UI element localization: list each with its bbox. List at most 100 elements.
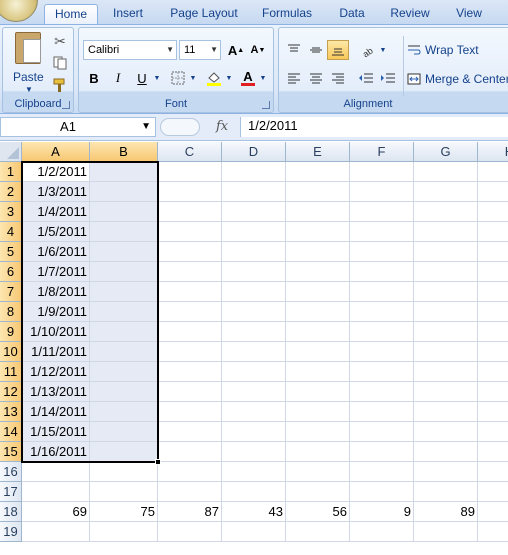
cell-g10[interactable]	[414, 342, 478, 362]
cell-e13[interactable]	[286, 402, 350, 422]
chevron-down-icon[interactable]: ▼	[225, 72, 233, 84]
cell-h5[interactable]	[478, 242, 508, 262]
clipboard-launcher-icon[interactable]	[62, 101, 70, 109]
font-launcher-icon[interactable]	[262, 101, 270, 109]
cell-c17[interactable]	[158, 482, 222, 502]
cell-a19[interactable]	[22, 522, 90, 542]
cell-a2[interactable]: 1/3/2011	[22, 182, 90, 202]
cell-e1[interactable]	[286, 162, 350, 182]
row-header-12[interactable]: 12	[0, 382, 22, 402]
cell-g4[interactable]	[414, 222, 478, 242]
cell-b14[interactable]	[90, 422, 158, 442]
cell-h10[interactable]	[478, 342, 508, 362]
paste-icon[interactable]	[15, 32, 41, 64]
grow-font-button[interactable]: A ▲	[225, 40, 247, 60]
cell-e15[interactable]	[286, 442, 350, 462]
cell-g18[interactable]: 89	[414, 502, 478, 522]
tab-home[interactable]: Home	[44, 4, 98, 24]
cell-c1[interactable]	[158, 162, 222, 182]
cell-b19[interactable]	[90, 522, 158, 542]
cell-d12[interactable]	[222, 382, 286, 402]
column-header-f[interactable]: F	[350, 142, 414, 162]
cell-h11[interactable]	[478, 362, 508, 382]
cell-b17[interactable]	[90, 482, 158, 502]
font-name-select[interactable]: Calibri ▼	[83, 40, 177, 60]
paste-button[interactable]: Paste	[13, 70, 44, 84]
cell-a12[interactable]: 1/13/2011	[22, 382, 90, 402]
cell-f10[interactable]	[350, 342, 414, 362]
chevron-down-icon[interactable]: ▼	[25, 85, 33, 94]
cell-d15[interactable]	[222, 442, 286, 462]
cell-e19[interactable]	[286, 522, 350, 542]
worksheet-grid[interactable]: ABCDEFGH 11/2/201121/3/201131/4/201141/5/…	[0, 142, 508, 555]
cell-f5[interactable]	[350, 242, 414, 262]
cell-f14[interactable]	[350, 422, 414, 442]
cell-c11[interactable]	[158, 362, 222, 382]
cell-f12[interactable]	[350, 382, 414, 402]
cell-e9[interactable]	[286, 322, 350, 342]
cell-e16[interactable]	[286, 462, 350, 482]
cell-c5[interactable]	[158, 242, 222, 262]
italic-button[interactable]: I	[107, 68, 129, 88]
cell-f11[interactable]	[350, 362, 414, 382]
cell-a10[interactable]: 1/11/2011	[22, 342, 90, 362]
chevron-down-icon[interactable]: ▼	[189, 72, 197, 84]
cell-c18[interactable]: 87	[158, 502, 222, 522]
cell-d9[interactable]	[222, 322, 286, 342]
cell-a5[interactable]: 1/6/2011	[22, 242, 90, 262]
cell-c8[interactable]	[158, 302, 222, 322]
cell-h2[interactable]	[478, 182, 508, 202]
cell-g17[interactable]	[414, 482, 478, 502]
cell-a9[interactable]: 1/10/2011	[22, 322, 90, 342]
cell-h6[interactable]	[478, 262, 508, 282]
row-header-2[interactable]: 2	[0, 182, 22, 202]
cell-f13[interactable]	[350, 402, 414, 422]
cell-b16[interactable]	[90, 462, 158, 482]
cell-b10[interactable]	[90, 342, 158, 362]
column-header-g[interactable]: G	[414, 142, 478, 162]
name-box[interactable]: A1 ▼	[0, 117, 156, 137]
chevron-down-icon[interactable]: ▼	[141, 118, 151, 136]
cell-e3[interactable]	[286, 202, 350, 222]
row-header-11[interactable]: 11	[0, 362, 22, 382]
cell-b6[interactable]	[90, 262, 158, 282]
cell-c2[interactable]	[158, 182, 222, 202]
cell-g15[interactable]	[414, 442, 478, 462]
cell-e7[interactable]	[286, 282, 350, 302]
cell-f17[interactable]	[350, 482, 414, 502]
cell-h12[interactable]	[478, 382, 508, 402]
cell-d6[interactable]	[222, 262, 286, 282]
cell-g16[interactable]	[414, 462, 478, 482]
shrink-font-button[interactable]: A ▼	[247, 40, 269, 60]
formula-bar-expander[interactable]	[160, 118, 200, 136]
cell-c19[interactable]	[158, 522, 222, 542]
cell-g13[interactable]	[414, 402, 478, 422]
cell-d3[interactable]	[222, 202, 286, 222]
cell-f8[interactable]	[350, 302, 414, 322]
cell-e12[interactable]	[286, 382, 350, 402]
cell-a11[interactable]: 1/12/2011	[22, 362, 90, 382]
align-bottom-icon[interactable]	[327, 40, 349, 60]
cell-h17[interactable]	[478, 482, 508, 502]
cell-f2[interactable]	[350, 182, 414, 202]
cell-a6[interactable]: 1/7/2011	[22, 262, 90, 282]
cell-d18[interactable]: 43	[222, 502, 286, 522]
cell-f19[interactable]	[350, 522, 414, 542]
align-middle-icon[interactable]	[305, 40, 327, 60]
cell-g2[interactable]	[414, 182, 478, 202]
font-size-select[interactable]: 11 ▼	[179, 40, 221, 60]
cell-h8[interactable]	[478, 302, 508, 322]
column-header-e[interactable]: E	[286, 142, 350, 162]
row-header-13[interactable]: 13	[0, 402, 22, 422]
cell-h13[interactable]	[478, 402, 508, 422]
cell-a17[interactable]	[22, 482, 90, 502]
cell-b7[interactable]	[90, 282, 158, 302]
select-all-button[interactable]	[0, 142, 22, 162]
cell-a14[interactable]: 1/15/2011	[22, 422, 90, 442]
tab-insert[interactable]: Insert	[104, 4, 152, 24]
cell-g5[interactable]	[414, 242, 478, 262]
cell-g8[interactable]	[414, 302, 478, 322]
cell-g12[interactable]	[414, 382, 478, 402]
cell-a7[interactable]: 1/8/2011	[22, 282, 90, 302]
cell-e4[interactable]	[286, 222, 350, 242]
